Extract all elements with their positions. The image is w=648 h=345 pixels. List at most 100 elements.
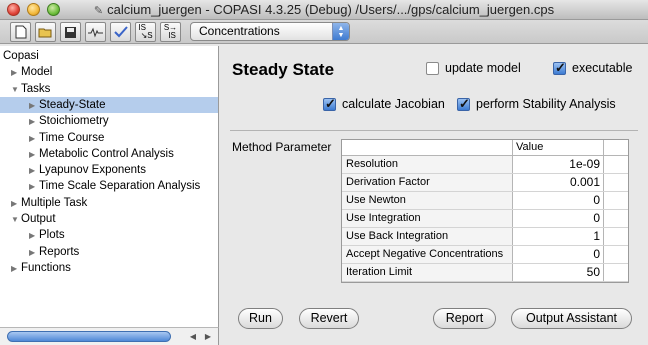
table-row: Iteration Limit 50 bbox=[342, 264, 628, 282]
save-button[interactable] bbox=[60, 22, 81, 42]
parameter-value-cell[interactable]: 0 bbox=[513, 210, 604, 227]
parameter-value-cell[interactable]: 50 bbox=[513, 264, 604, 281]
stability-analysis-box[interactable] bbox=[457, 96, 470, 112]
tree-item[interactable]: ▶ Stoichiometry bbox=[0, 113, 218, 130]
tree-item-label: Copasi bbox=[3, 50, 39, 62]
steady-state-panel: Steady State update model executable cal… bbox=[220, 46, 648, 345]
disclosure-collapsed-icon[interactable]: ▶ bbox=[29, 114, 39, 130]
parameter-value-cell[interactable]: 1e-09 bbox=[513, 156, 604, 173]
tree-item[interactable]: ▶ Time Course bbox=[0, 130, 218, 147]
parameter-name-cell: Accept Negative Concentrations bbox=[342, 246, 513, 263]
parameter-name-cell: Derivation Factor bbox=[342, 174, 513, 191]
parameter-name-cell: Use Back Integration bbox=[342, 228, 513, 245]
update-model-box[interactable] bbox=[426, 61, 439, 75]
tree-item[interactable]: ▶ Lyapunov Exponents bbox=[0, 162, 218, 179]
disclosure-collapsed-icon[interactable]: ▶ bbox=[29, 98, 39, 114]
tree-item[interactable]: ▶ Time Scale Separation Analysis bbox=[0, 178, 218, 195]
tree-item-label: Model bbox=[21, 66, 53, 79]
tree-item[interactable]: ▶ Multiple Task bbox=[0, 195, 218, 212]
table-row: Use Back Integration 1 bbox=[342, 228, 628, 246]
tree-item-label: Metabolic Control Analysis bbox=[39, 147, 174, 160]
check-model-button[interactable] bbox=[110, 22, 131, 42]
method-parameter-label: Method Parameter bbox=[232, 140, 332, 154]
open-file-button[interactable] bbox=[35, 22, 56, 42]
value-column-header: Value bbox=[513, 140, 604, 155]
steady-state-toggle-button[interactable]: IS ↘S bbox=[135, 22, 156, 42]
parameter-value-cell[interactable]: 0 bbox=[513, 246, 604, 263]
revert-button[interactable]: Revert bbox=[299, 308, 359, 329]
calculate-jacobian-label: calculate Jacobian bbox=[342, 97, 445, 111]
scroll-right-icon[interactable]: ▶ bbox=[201, 331, 215, 343]
new-document-button[interactable] bbox=[10, 22, 31, 42]
table-header: Value bbox=[342, 140, 628, 156]
tree-item[interactable]: ▼ Tasks bbox=[0, 81, 218, 98]
disclosure-collapsed-icon[interactable]: ▶ bbox=[29, 179, 39, 195]
tree-item-label: Plots bbox=[39, 229, 65, 242]
tree-item[interactable]: ▶ Plots bbox=[0, 227, 218, 244]
run-button[interactable]: Run bbox=[238, 308, 283, 329]
title-bar: ✎ calcium_juergen - COPASI 4.3.25 (Debug)… bbox=[0, 0, 648, 20]
disclosure-expanded-icon[interactable]: ▼ bbox=[11, 82, 21, 98]
parameter-name-cell: Resolution bbox=[342, 156, 513, 173]
name-column-header bbox=[342, 140, 513, 155]
tree-item[interactable]: ▶ Steady-State bbox=[0, 96, 218, 114]
tree-horizontal-scrollbar[interactable]: ◀ ▶ bbox=[0, 327, 219, 345]
tree-item-label: Multiple Task bbox=[21, 196, 88, 209]
waveform-icon bbox=[88, 27, 103, 38]
updown-arrows-icon: ▲ ▼ bbox=[332, 23, 349, 40]
scrollbar-thumb[interactable] bbox=[7, 331, 171, 342]
tree-item-label: Functions bbox=[21, 261, 71, 274]
tree-item[interactable]: ▶ Functions bbox=[0, 260, 218, 277]
calculate-jacobian-checkbox[interactable]: calculate Jacobian bbox=[323, 96, 445, 112]
disclosure-collapsed-icon[interactable]: ▶ bbox=[29, 147, 39, 163]
disclosure-collapsed-icon[interactable]: ▶ bbox=[29, 163, 39, 179]
parameter-value-cell[interactable]: 1 bbox=[513, 228, 604, 245]
tree-item[interactable]: ▶ Reports bbox=[0, 244, 218, 261]
disclosure-collapsed-icon[interactable]: ▶ bbox=[11, 196, 21, 212]
tree-item[interactable]: ▶ Model bbox=[0, 64, 218, 81]
tree-item-label: Output bbox=[21, 213, 56, 225]
calculate-jacobian-box[interactable] bbox=[323, 96, 336, 112]
disclosure-collapsed-icon[interactable]: ▶ bbox=[11, 261, 21, 277]
parameter-value-cell[interactable]: 0.001 bbox=[513, 174, 604, 191]
tree-item[interactable]: Copasi bbox=[0, 48, 218, 64]
table-row: Accept Negative Concentrations 0 bbox=[342, 246, 628, 264]
steady-state-toggle-icon: IS ↘S bbox=[138, 23, 153, 40]
parameter-value-cell[interactable]: 0 bbox=[513, 192, 604, 209]
disclosure-collapsed-icon[interactable]: ▶ bbox=[29, 228, 39, 244]
tree-item[interactable]: ▼ Output bbox=[0, 211, 218, 228]
table-body: Resolution 1e-09 Derivation Factor 0.001 Use… bbox=[342, 156, 628, 282]
executable-box[interactable] bbox=[553, 60, 566, 76]
disclosure-collapsed-icon[interactable]: ▶ bbox=[29, 245, 39, 261]
scroll-left-icon[interactable]: ◀ bbox=[186, 331, 200, 343]
window-title-wrap: ✎ calcium_juergen - COPASI 4.3.25 (Debug)… bbox=[0, 2, 648, 17]
quantity-type-select[interactable]: Concentrations ▲ ▼ bbox=[190, 22, 350, 41]
table-row: Resolution 1e-09 bbox=[342, 156, 628, 174]
slider-button[interactable] bbox=[85, 22, 106, 42]
stability-analysis-checkbox[interactable]: perform Stability Analysis bbox=[457, 96, 616, 112]
executable-checkbox[interactable]: executable bbox=[553, 60, 633, 76]
update-model-checkbox[interactable]: update model bbox=[426, 61, 521, 75]
output-assistant-button[interactable]: Output Assistant bbox=[511, 308, 632, 329]
save-disk-icon bbox=[65, 26, 76, 38]
update-model-label: update model bbox=[445, 61, 521, 75]
steady-state-convert-button[interactable]: S→ IS bbox=[160, 22, 181, 42]
disclosure-collapsed-icon[interactable]: ▶ bbox=[11, 65, 21, 81]
table-row: Use Newton 0 bbox=[342, 192, 628, 210]
section-divider bbox=[230, 130, 638, 131]
checkmark-icon bbox=[113, 26, 128, 38]
report-button[interactable]: Report bbox=[433, 308, 496, 329]
tree-item-label: Tasks bbox=[21, 82, 51, 95]
quantity-type-value: Concentrations bbox=[199, 24, 280, 38]
object-tree: Copasi ▶ Model ▼ Tasks ▶ Steady-State ▶ Stoichio… bbox=[0, 46, 219, 327]
new-document-icon bbox=[15, 25, 26, 39]
method-parameter-table: Value Resolution 1e-09 Derivation Factor 0.… bbox=[341, 139, 629, 283]
document-proxy-icon[interactable]: ✎ bbox=[94, 4, 103, 17]
disclosure-collapsed-icon[interactable]: ▶ bbox=[29, 131, 39, 147]
disclosure-expanded-icon[interactable]: ▼ bbox=[11, 212, 21, 228]
tree-item-label: Time Course bbox=[39, 131, 105, 144]
tree-item[interactable]: ▶ Metabolic Control Analysis bbox=[0, 146, 218, 163]
tree-item-label: Time Scale Separation Analysis bbox=[39, 180, 201, 193]
table-row: Derivation Factor 0.001 bbox=[342, 174, 628, 192]
executable-label: executable bbox=[572, 61, 633, 75]
